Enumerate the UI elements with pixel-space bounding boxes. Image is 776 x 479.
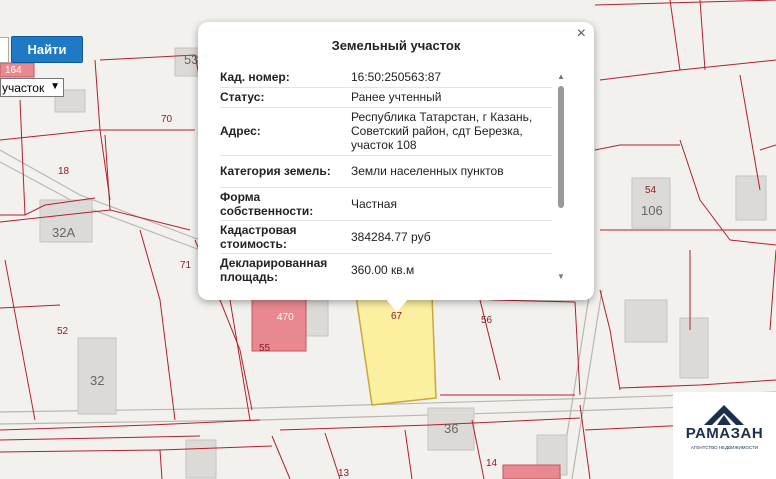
row-key: Статус:	[220, 87, 351, 108]
logo-tagline: АГЕНТСТВО НЕДВИЖИМОСТИ	[690, 445, 759, 450]
row-key: Кад. номер:	[220, 67, 351, 88]
plot-label-71: 71	[180, 260, 192, 271]
table-row: Кадастровая стоимость: 384284.77 руб	[220, 220, 552, 254]
row-value: 16:50:250563:87	[351, 67, 552, 88]
table-row: Статус: Ранее учтенный	[220, 87, 552, 108]
plot-label-53: 53	[184, 52, 198, 67]
object-type-value: участок	[2, 80, 45, 95]
table-row: Форма собственности: Частная	[220, 187, 552, 221]
row-key: Адрес:	[220, 107, 351, 156]
scroll-thumb[interactable]	[558, 86, 564, 208]
plot-label-32a: 32А	[52, 225, 75, 240]
plot-label-56: 56	[481, 315, 493, 326]
find-button[interactable]: Найти	[11, 36, 83, 63]
agency-logo: РАМАЗАН АГЕНТСТВО НЕДВИЖИМОСТИ	[673, 392, 776, 479]
row-value: 384284.77 руб	[351, 220, 552, 254]
plot-label-54: 54	[645, 185, 657, 196]
row-value: Республика Татарстан, г Казань, Советски…	[351, 107, 552, 156]
plot-label-13: 13	[338, 468, 350, 479]
row-value: Земли населенных пунктов	[351, 155, 552, 188]
popup-pointer	[385, 298, 409, 312]
close-icon[interactable]: ×	[577, 25, 586, 43]
plot-label-36: 36	[444, 421, 458, 436]
plot-label-32: 32	[90, 373, 104, 388]
plot-label-70: 70	[161, 114, 173, 125]
scroll-down-icon[interactable]: ▼	[557, 272, 565, 281]
logo-name: РАМАЗАН	[685, 425, 764, 442]
popup-scrollbar[interactable]: ▲ ▼	[556, 72, 566, 284]
row-key: Декларированная площадь:	[220, 253, 351, 285]
plot-label-106: 106	[641, 203, 663, 218]
plot-label-18: 18	[58, 166, 70, 177]
row-value: 360.00 кв.м	[351, 253, 552, 285]
popup-title: Земельный участок	[331, 38, 461, 53]
scroll-up-icon[interactable]: ▲	[557, 72, 565, 81]
plot-label-14: 14	[486, 458, 498, 469]
row-key: Кадастровая стоимость:	[220, 220, 351, 254]
row-value: Частная	[351, 187, 552, 221]
row-key: Категория земель:	[220, 155, 351, 188]
plot-label-55: 55	[259, 343, 271, 354]
house-logo-icon	[704, 405, 744, 425]
plot-label-164: 164	[5, 65, 22, 76]
table-row: Категория земель: Земли населенных пункт…	[220, 155, 552, 188]
row-value: Ранее учтенный	[351, 87, 552, 108]
plot-label-67: 67	[391, 311, 403, 322]
parcel-info-popup: Земельный участок × Кад. номер: 16:50:25…	[198, 22, 594, 300]
parcel-info-table[interactable]: Кад. номер: 16:50:250563:87 Статус: Ране…	[220, 67, 552, 285]
table-row: Кад. номер: 16:50:250563:87	[220, 67, 552, 88]
object-type-select[interactable]: участок ▼	[0, 78, 64, 97]
search-input[interactable]	[0, 37, 9, 63]
row-key: Форма собственности:	[220, 187, 351, 221]
chevron-down-icon: ▼	[50, 81, 60, 92]
plot-label-52: 52	[57, 326, 69, 337]
plot-label-470: 470	[277, 312, 294, 323]
table-row: Декларированная площадь: 360.00 кв.м	[220, 253, 552, 285]
table-row: Адрес: Республика Татарстан, г Казань, С…	[220, 107, 552, 156]
